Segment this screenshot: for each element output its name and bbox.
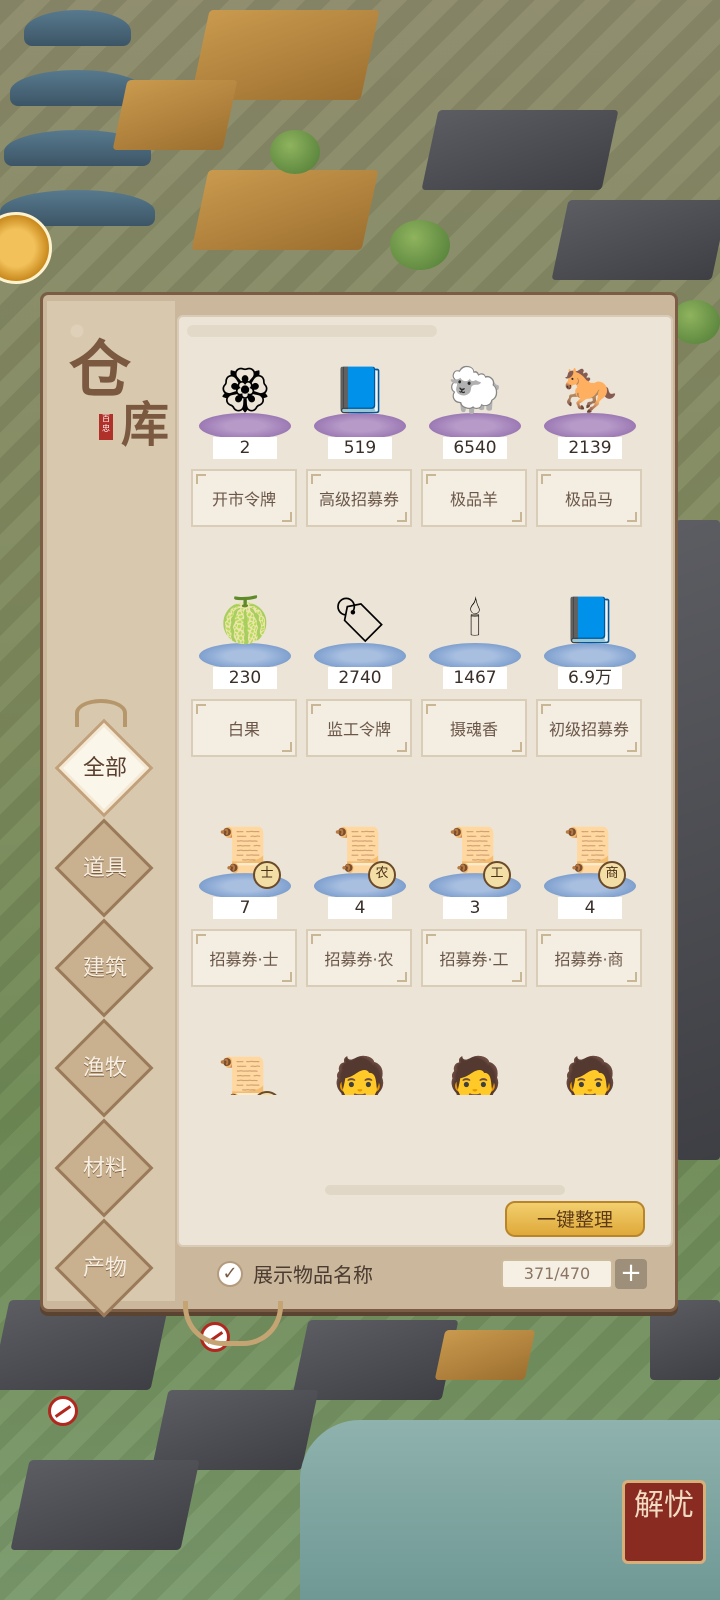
horse-icon: 🐎 bbox=[562, 365, 618, 416]
tab-buildings[interactable]: 建筑 bbox=[54, 918, 154, 1018]
item-name: 初级招募券 bbox=[536, 699, 642, 757]
item-name: 招募券·士 bbox=[191, 929, 297, 987]
item-icon-wrap: 🍈 bbox=[191, 587, 299, 673]
show-names-label: 展示物品名称 bbox=[253, 1263, 373, 1287]
item-name: 高级招募券 bbox=[306, 469, 412, 527]
tab-label: 建筑 bbox=[82, 956, 127, 981]
item-icon-wrap: 📜 商 bbox=[536, 817, 644, 903]
item-icon-wrap: 🧑 bbox=[306, 1047, 414, 1095]
item-icon-wrap: 📜 农 bbox=[306, 817, 414, 903]
capacity-counter: 371/470 bbox=[501, 1259, 613, 1289]
tab-props[interactable]: 道具 bbox=[54, 818, 154, 918]
tab-label: 渔牧 bbox=[82, 1056, 127, 1081]
character-icon: 🧑 bbox=[332, 1055, 388, 1095]
book-icon: 📘 bbox=[332, 365, 388, 416]
item-icon-wrap: 📜 工 bbox=[421, 817, 529, 903]
tab-label: 道具 bbox=[82, 856, 127, 881]
fruit-icon: 🍈 bbox=[217, 595, 273, 646]
class-badge: 商 bbox=[598, 861, 626, 889]
incense-icon: 🕯 bbox=[468, 595, 482, 646]
book-icon: 📘 bbox=[562, 595, 618, 646]
item-grid-area[interactable]: 🏵 2 开市令牌 📘 519 高级招募券 🐑 6540 极品羊 🐎 2139 极品马 🍈 230 白果 🏷 27… bbox=[177, 315, 673, 1247]
character-icon: 🧑 bbox=[447, 1055, 503, 1095]
building-roof bbox=[650, 1300, 720, 1380]
item-count: 6.9万 bbox=[558, 667, 622, 689]
item-name: 监工令牌 bbox=[306, 699, 412, 757]
item-count: 519 bbox=[328, 437, 392, 459]
item-name: 极品羊 bbox=[421, 469, 527, 527]
warehouse-panel: 仓 库 百忠 全部 道具 建筑 渔牧 材料 产物 🏵 2 开市令牌 📘 519 … bbox=[40, 292, 678, 1346]
scroll-track bbox=[187, 325, 437, 337]
item-name: 招募券·商 bbox=[536, 929, 642, 987]
item-icon-wrap: 📘 bbox=[536, 587, 644, 673]
item-count: 6540 bbox=[443, 437, 507, 459]
title-char: 库 bbox=[121, 397, 170, 453]
jieyou-badge[interactable]: 解忧 bbox=[622, 1480, 706, 1564]
title-seal: 百忠 bbox=[99, 414, 113, 440]
scrollbar[interactable] bbox=[325, 1185, 565, 1195]
item-icon-wrap: 📜医 bbox=[191, 1047, 299, 1095]
item-count: 2 bbox=[213, 437, 277, 459]
panel-title: 仓 库 百忠 bbox=[69, 319, 189, 479]
item-name: 白果 bbox=[191, 699, 297, 757]
item-icon-wrap: 🧑 bbox=[421, 1047, 529, 1095]
item-name: 招募券·工 bbox=[421, 929, 527, 987]
sheep-icon: 🐑 bbox=[447, 365, 503, 416]
checkmark-icon: ✓ bbox=[222, 1263, 238, 1284]
show-names-checkbox[interactable]: ✓ bbox=[217, 1261, 243, 1287]
building-roof bbox=[551, 200, 720, 280]
expand-capacity-button[interactable]: + bbox=[615, 1259, 647, 1289]
class-badge: 工 bbox=[483, 861, 511, 889]
class-badge: 农 bbox=[368, 861, 396, 889]
item-icon-wrap: 🐎 bbox=[536, 357, 644, 443]
item-count: 4 bbox=[558, 897, 622, 919]
item-name: 招募券·农 bbox=[306, 929, 412, 987]
tab-label: 产物 bbox=[82, 1256, 127, 1281]
item-name: 极品马 bbox=[536, 469, 642, 527]
item-icon-wrap: 🐑 bbox=[421, 357, 529, 443]
item-count: 2740 bbox=[328, 667, 392, 689]
plaque-icon: 🏷 bbox=[332, 595, 388, 646]
building-roof bbox=[151, 1390, 319, 1470]
auto-sort-button[interactable]: 一键整理 bbox=[505, 1201, 645, 1237]
class-badge: 士 bbox=[253, 861, 281, 889]
item-icon-wrap: 📘 bbox=[306, 357, 414, 443]
item-icon-wrap: 🕯 bbox=[421, 587, 529, 673]
token-icon: 🏵 bbox=[217, 365, 273, 416]
item-count: 7 bbox=[213, 897, 277, 919]
item-icon-wrap: 🏵 bbox=[191, 357, 299, 443]
tab-fishing-herding[interactable]: 渔牧 bbox=[54, 1018, 154, 1118]
panel-footer: ✓ 展示物品名称 371/470 + bbox=[177, 1245, 671, 1301]
tree bbox=[270, 130, 320, 174]
tree bbox=[390, 220, 450, 270]
item-name: 开市令牌 bbox=[191, 469, 297, 527]
item-count: 3 bbox=[443, 897, 507, 919]
item-icon-wrap: 🧑 bbox=[536, 1047, 644, 1095]
item-count: 1467 bbox=[443, 667, 507, 689]
scroll-icon: 📜 bbox=[217, 1055, 273, 1095]
item-count: 2139 bbox=[558, 437, 622, 459]
tab-materials[interactable]: 材料 bbox=[54, 1118, 154, 1218]
tab-label: 全部 bbox=[82, 756, 127, 781]
category-rail: 仓 库 百忠 全部 道具 建筑 渔牧 材料 产物 bbox=[47, 301, 175, 1318]
item-icon-wrap: 📜 士 bbox=[191, 817, 299, 903]
building-roof bbox=[191, 170, 379, 250]
item-name: 摄魂香 bbox=[421, 699, 527, 757]
market-stall bbox=[434, 1330, 536, 1380]
building-roof bbox=[10, 1460, 200, 1550]
item-icon-wrap: 🏷 bbox=[306, 587, 414, 673]
tab-label: 材料 bbox=[82, 1156, 127, 1181]
tab-products[interactable]: 产物 bbox=[54, 1218, 154, 1318]
tab-all[interactable]: 全部 bbox=[54, 718, 154, 818]
item-count: 4 bbox=[328, 897, 392, 919]
building-row bbox=[676, 520, 720, 1160]
building-roof bbox=[291, 1320, 459, 1400]
character-icon: 🧑 bbox=[562, 1055, 618, 1095]
building-roof bbox=[112, 80, 238, 150]
no-entry-icon[interactable] bbox=[48, 1396, 78, 1426]
item-count: 230 bbox=[213, 667, 277, 689]
building-roof bbox=[421, 110, 619, 190]
item-grid: 🏵 2 开市令牌 📘 519 高级招募券 🐑 6540 极品羊 🐎 2139 极品马 🍈 230 白果 🏷 27… bbox=[191, 357, 661, 1095]
